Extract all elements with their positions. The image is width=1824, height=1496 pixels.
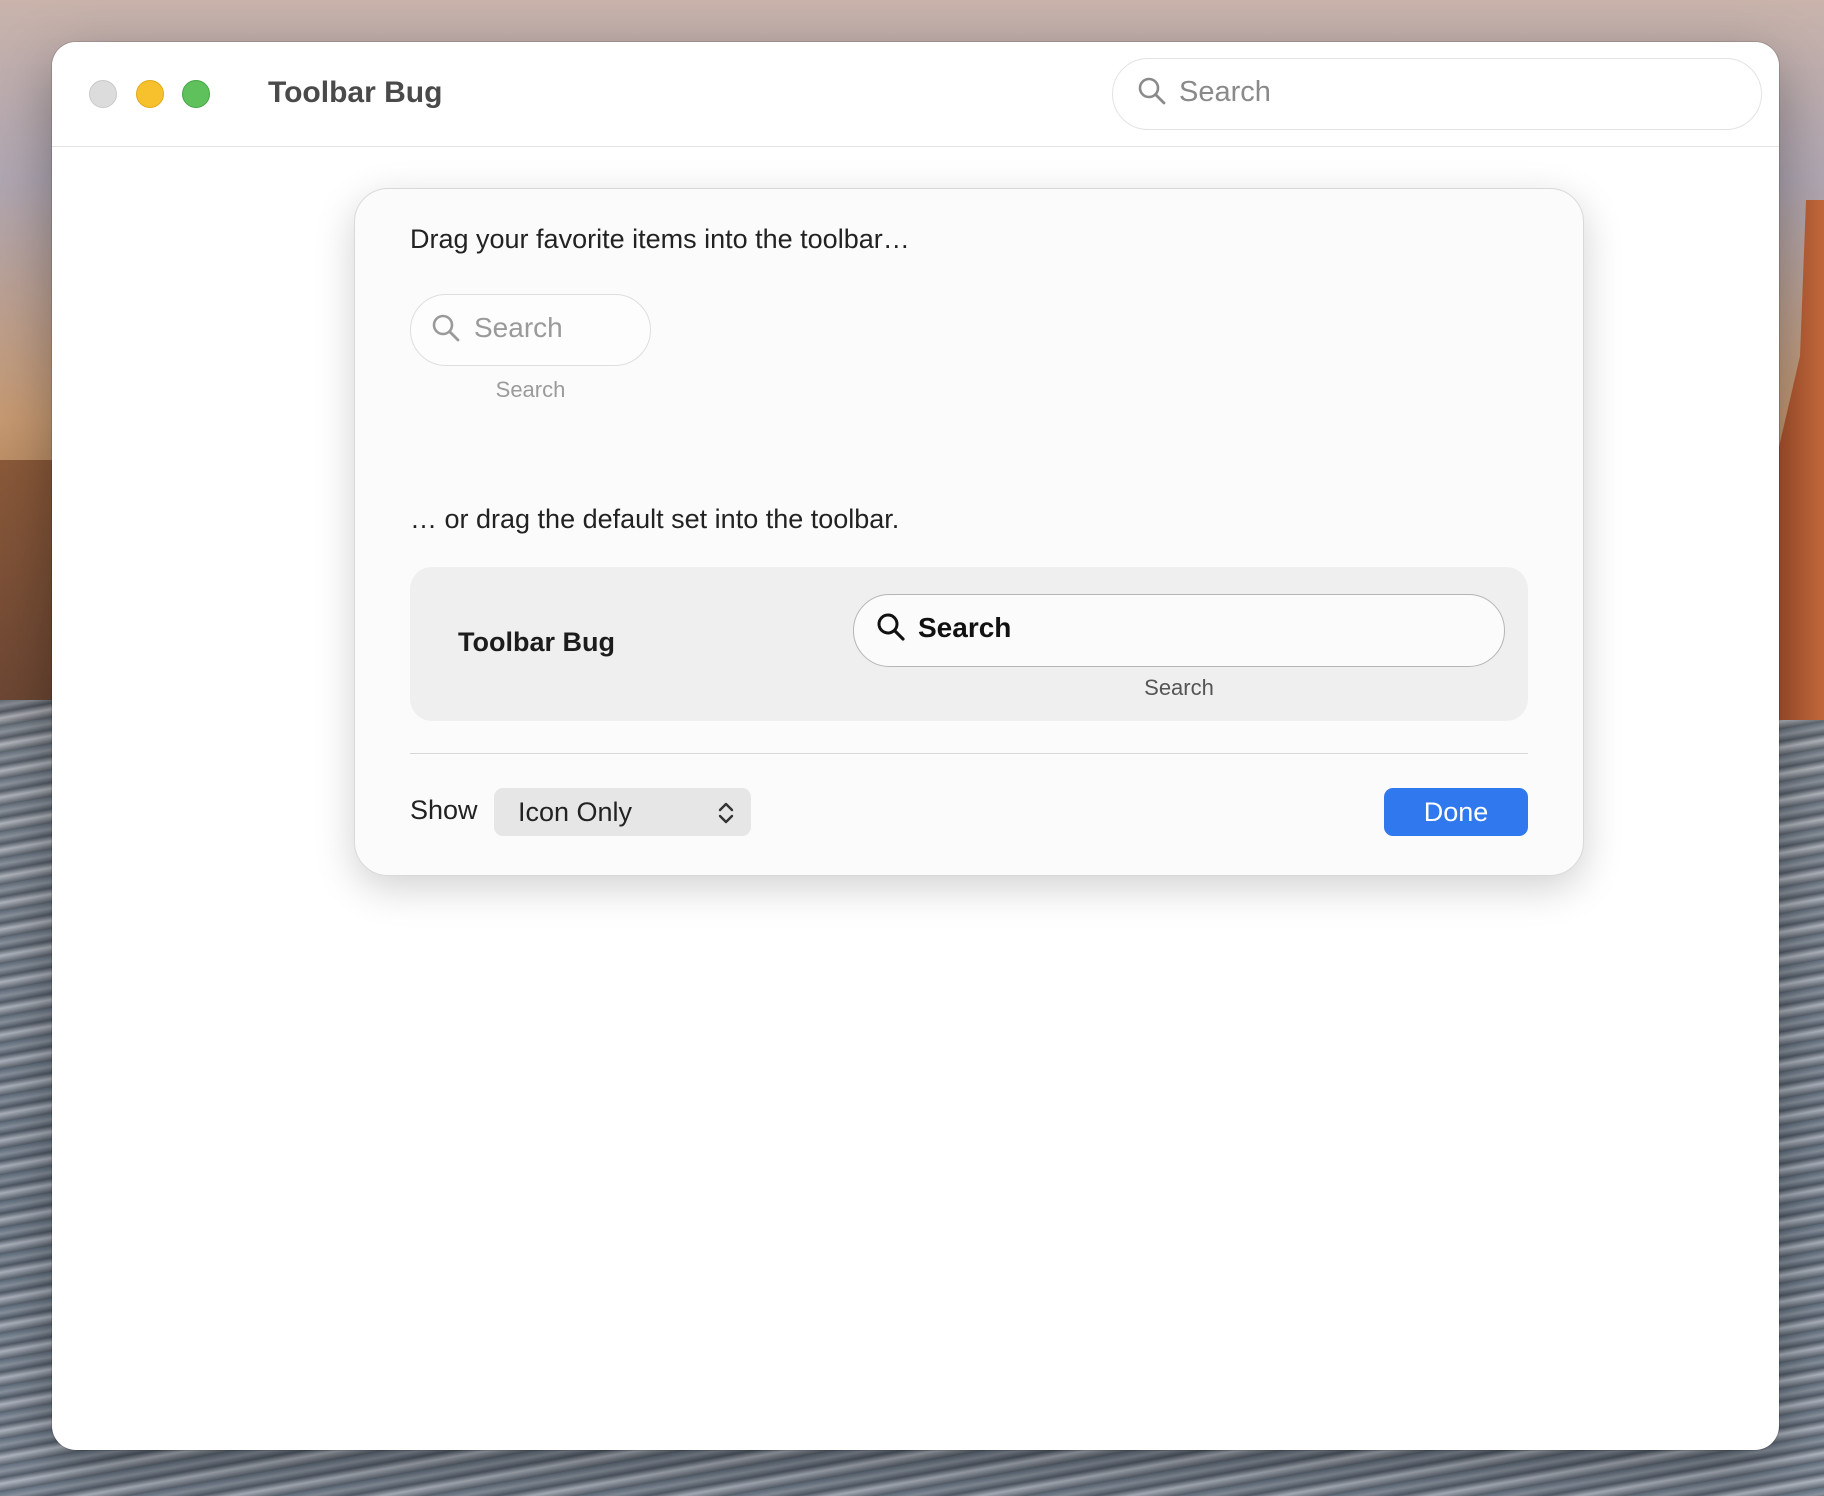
- search-icon: [876, 612, 906, 647]
- show-mode-popup[interactable]: Icon Only: [494, 788, 751, 836]
- palette-search-label: Search: [495, 377, 566, 402]
- zoom-button[interactable]: [182, 80, 210, 108]
- done-button[interactable]: Done: [1384, 788, 1528, 836]
- close-button[interactable]: [89, 80, 117, 108]
- search-icon: [431, 313, 461, 348]
- updown-chevron-icon: [717, 800, 735, 831]
- window-titlebar: Toolbar Bug Search: [52, 42, 1779, 147]
- drag-items-hint: Drag your favorite items into the toolba…: [410, 224, 910, 254]
- customize-toolbar-sheet: Drag your favorite items into the toolba…: [354, 188, 1584, 876]
- default-set-hint: … or drag the default set into the toolb…: [410, 504, 900, 534]
- minimize-button[interactable]: [136, 80, 164, 108]
- palette-search-item[interactable]: Search: [410, 294, 651, 366]
- sheet-divider: [410, 753, 1528, 754]
- window-title: Toolbar Bug: [268, 76, 443, 109]
- default-set-title: Toolbar Bug: [458, 627, 615, 657]
- toolbar-search-field[interactable]: Search: [1112, 58, 1762, 130]
- search-icon: [1137, 76, 1167, 111]
- toolbar-search-placeholder: Search: [1179, 76, 1271, 108]
- default-toolbar-set[interactable]: Toolbar Bug Search Search: [410, 567, 1528, 721]
- default-set-search-field: Search: [853, 594, 1505, 667]
- default-set-search-label: Search: [1144, 675, 1214, 700]
- show-mode-value: Icon Only: [518, 797, 633, 827]
- default-set-search-text: Search: [918, 612, 1012, 643]
- show-label: Show: [410, 795, 478, 825]
- app-window: Toolbar Bug Search Drag your favorite it…: [52, 42, 1779, 1450]
- palette-search-field-text: Search: [474, 312, 563, 343]
